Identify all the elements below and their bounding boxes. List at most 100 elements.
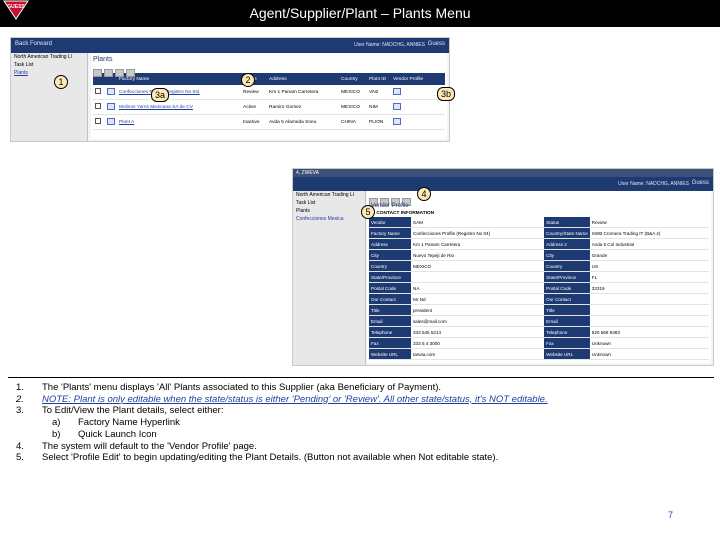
row-checkbox[interactable] [95,103,101,109]
back-forward-nav[interactable]: Back Forward [15,41,52,47]
address-cell: Km 1 Panam Carretera [267,85,339,100]
sidebar-item-company[interactable]: North American Trading Ll [11,53,87,61]
col-header-vendor-profile[interactable]: Vendor Profile [391,73,445,85]
field-value [589,315,709,327]
sidebar-item-company[interactable]: North American Trading Ll [293,191,365,199]
user-name: User Name: NADCHG, ANNIES [618,181,689,187]
field-value: Mr Nd [411,293,545,305]
row-checkbox[interactable] [95,118,101,124]
info-row: Address Km 1 Panam Carretera Address 2 Avda… [369,238,709,250]
field-value: tarwia.com [411,348,545,360]
table-row: Plant A Inactive Avda 5 Alameda Sneu CHI… [93,114,445,130]
field-value: Unknown [589,337,709,349]
field-value: 333 545 5214 [411,326,545,338]
plants-screenshot: Back Forward User Name: NADCHG, ANNIES G… [10,37,450,142]
note-3a: a) Factory Name Hyperlink [52,417,180,429]
vendor-profile-icon[interactable] [393,102,401,110]
field-label: Website URL [369,348,411,360]
field-label: State/Province [369,271,411,283]
country-cell: MEXICO [339,99,367,115]
vendor-profile-screenshot: 4, ZWEVA User Name: NADCHG, ANNIES Guess… [292,168,714,366]
col-header-country[interactable]: Country [339,73,367,85]
field-label: Telephone [544,326,590,338]
field-value [589,293,709,305]
brand-label: Guess [427,41,445,47]
field-value: SAM [411,217,545,228]
field-label: State/Province [544,271,590,283]
sidebar-item-task-list[interactable]: Task List [11,61,87,69]
field-value: MEXICO [411,260,545,272]
app-header: User Name: NADCHG, ANNIES Guess [293,177,713,191]
factory-name-link[interactable]: Plant A [119,120,134,125]
sidebar-item-plant-detail[interactable]: Confecciones Mexica [293,215,365,223]
sidebar: North American Trading Ll Task List Plan… [11,53,88,141]
field-label: Factory Name [369,227,411,239]
callout-5: 5 [361,205,375,219]
field-value: Nuevo Tepeji de Rio [411,249,545,261]
info-row: State/Province State/Province FL [369,271,709,283]
quick-launch-icon[interactable] [107,87,115,95]
field-value: US [589,260,709,272]
col-header-plant-id[interactable]: Plant ID [367,73,391,85]
field-label: Vendor [369,217,411,228]
field-label: Address [369,238,411,250]
note-1: 1. The 'Plants' menu displays 'All' Plant… [16,382,442,393]
sidebar-item-plants[interactable]: Plants [293,207,365,215]
callout-1: 1 [54,75,68,89]
status-cell: Review [241,85,267,100]
field-label: Fax [369,337,411,349]
profile-title: Vendor Profile [371,203,409,209]
slide-title: Agent/Supplier/Plant – Plants Menu [249,5,471,21]
quick-launch-icon[interactable] [107,102,115,110]
callout-2: 2 [241,73,255,87]
sidebar-item-plants[interactable]: Plants [11,69,87,77]
field-value: SWB Cromera Trading IT (B&A 4) [589,227,709,239]
callout-4: 4 [417,187,431,201]
vendor-profile-icon[interactable] [393,87,401,95]
table-row: Molinos Yarns Mexicana SA de CV Active R… [93,99,445,115]
app-header: Back Forward User Name: NADCHG, ANNIES G… [11,38,449,53]
toolbar [91,63,447,77]
field-label: Email [544,315,590,327]
field-label: Title [544,304,590,316]
sidebar-item-task-list[interactable]: Task List [293,199,365,207]
info-row: Factory Name Confecciones Profile (Regist… [369,227,709,239]
country-cell: CHINA [339,114,367,130]
address-cell: Avda 5 Alameda Sneu [267,114,339,130]
vendor-profile-icon[interactable] [393,117,401,125]
toolbar-icon[interactable] [104,69,113,77]
field-value: Unknown [589,348,709,360]
toolbar-icon[interactable] [115,69,124,77]
factory-name-link[interactable]: Molinos Yarns Mexicana SA de CV [119,105,193,110]
field-value: Grande [589,249,709,261]
field-value: Confecciones Profile (Registro No 04) [411,227,545,239]
info-row: Vendor SAM Status Review [369,217,709,228]
title-bar: GUESS Agent/Supplier/Plant – Plants Menu [0,0,720,27]
toolbar-icon[interactable] [93,69,102,77]
instructions: 1. The 'Plants' menu displays 'All' Plant… [8,382,708,464]
status-cell: Active [241,99,267,115]
field-label: Postal Code [544,282,590,294]
note-5: 5. Select 'Profile Edit' to begin updatin… [16,452,499,464]
info-row: Our Contact Mr Nd Our Contact [369,293,709,305]
table-row: Confecciones Profile (Registro No 04) Re… [93,85,445,100]
field-label: Status [544,217,590,228]
plant-id-cell: PLION [367,114,391,130]
toolbar-icon[interactable] [126,69,135,77]
page-title: Plants [93,56,113,63]
field-value: 32319 [589,282,709,294]
field-label: Country [544,260,590,272]
quick-launch-icon[interactable] [107,117,115,125]
row-checkbox[interactable] [95,88,101,94]
field-label: City [544,249,590,261]
contact-info-table: Vendor SAM Status Review Factory Name Confecc… [369,217,709,360]
section-heading: 1. CONTACT INFORMATION [371,211,435,216]
window-title: 4, ZWEVA [293,169,713,177]
field-label: Email [369,315,411,327]
info-row: Email sales@mail.com Email [369,315,709,327]
field-label: Fax [544,337,590,349]
col-header-address[interactable]: Address [267,73,339,85]
field-label: Country [369,260,411,272]
field-value: NA [411,282,545,294]
col-header-factory-name[interactable]: Factory Name [117,73,241,85]
